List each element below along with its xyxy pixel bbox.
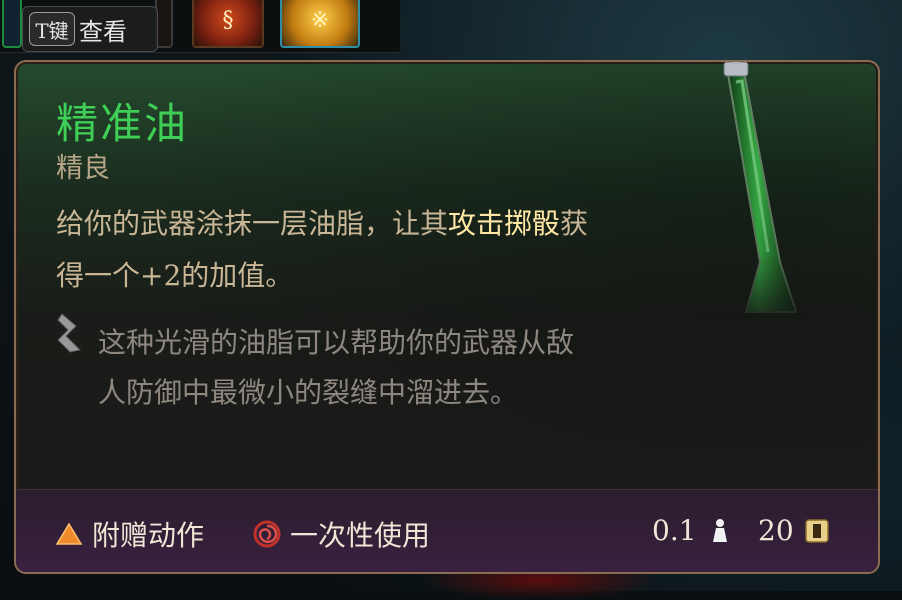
- item-weight: 0.1: [652, 514, 735, 547]
- tooltip-footer: 附赠动作 一次性使用 0.1 20: [16, 489, 878, 572]
- item-price: 20: [758, 514, 832, 547]
- description-text: 给你的武器涂抹一层油脂，让其: [56, 207, 449, 240]
- key-cap: T键: [29, 12, 75, 46]
- key-hint-label: 查看: [79, 17, 127, 46]
- item-flavor-text: 这种光滑的油脂可以帮助你的武器从敌人防御中最微小的裂缝中溜进去。: [98, 326, 575, 409]
- item-description: 给你的武器涂抹一层油脂，让其攻击掷骰获得一个+2的加值。: [56, 198, 616, 302]
- gold-coin-icon: [804, 518, 829, 543]
- scroll-icon: ※: [310, 8, 330, 33]
- attack-roll-link[interactable]: 攻击掷骰: [448, 207, 560, 240]
- scroll-icon: §: [222, 8, 234, 33]
- bonus-action-label: 附赠动作: [92, 519, 205, 552]
- single-use-label: 一次性使用: [290, 519, 431, 552]
- hotbar-slot-scroll[interactable]: §: [192, 0, 264, 48]
- spiral-icon: [253, 520, 281, 548]
- single-use-tag: 一次性使用: [252, 514, 430, 554]
- price-value: 20: [758, 514, 794, 547]
- oil-vial-icon: [723, 62, 798, 313]
- bonus-action-tag: 附赠动作: [54, 514, 204, 554]
- item-name: 精准油: [56, 99, 189, 148]
- weight-value: 0.1: [652, 514, 697, 547]
- item-tooltip: 精准油 精良 给你的武器涂抹一层油脂，让其攻击掷骰获得一个+2的加值。 这种光滑…: [14, 60, 880, 574]
- weight-icon: [712, 518, 727, 542]
- item-rarity: 精良: [56, 153, 110, 184]
- hotbar-slot-scroll-selected[interactable]: ※: [280, 0, 360, 48]
- quill-icon: [57, 313, 82, 353]
- hotbar-slot[interactable]: [2, 0, 22, 48]
- triangle-icon: [55, 522, 83, 545]
- inspect-key-hint[interactable]: T键 查看: [22, 6, 158, 52]
